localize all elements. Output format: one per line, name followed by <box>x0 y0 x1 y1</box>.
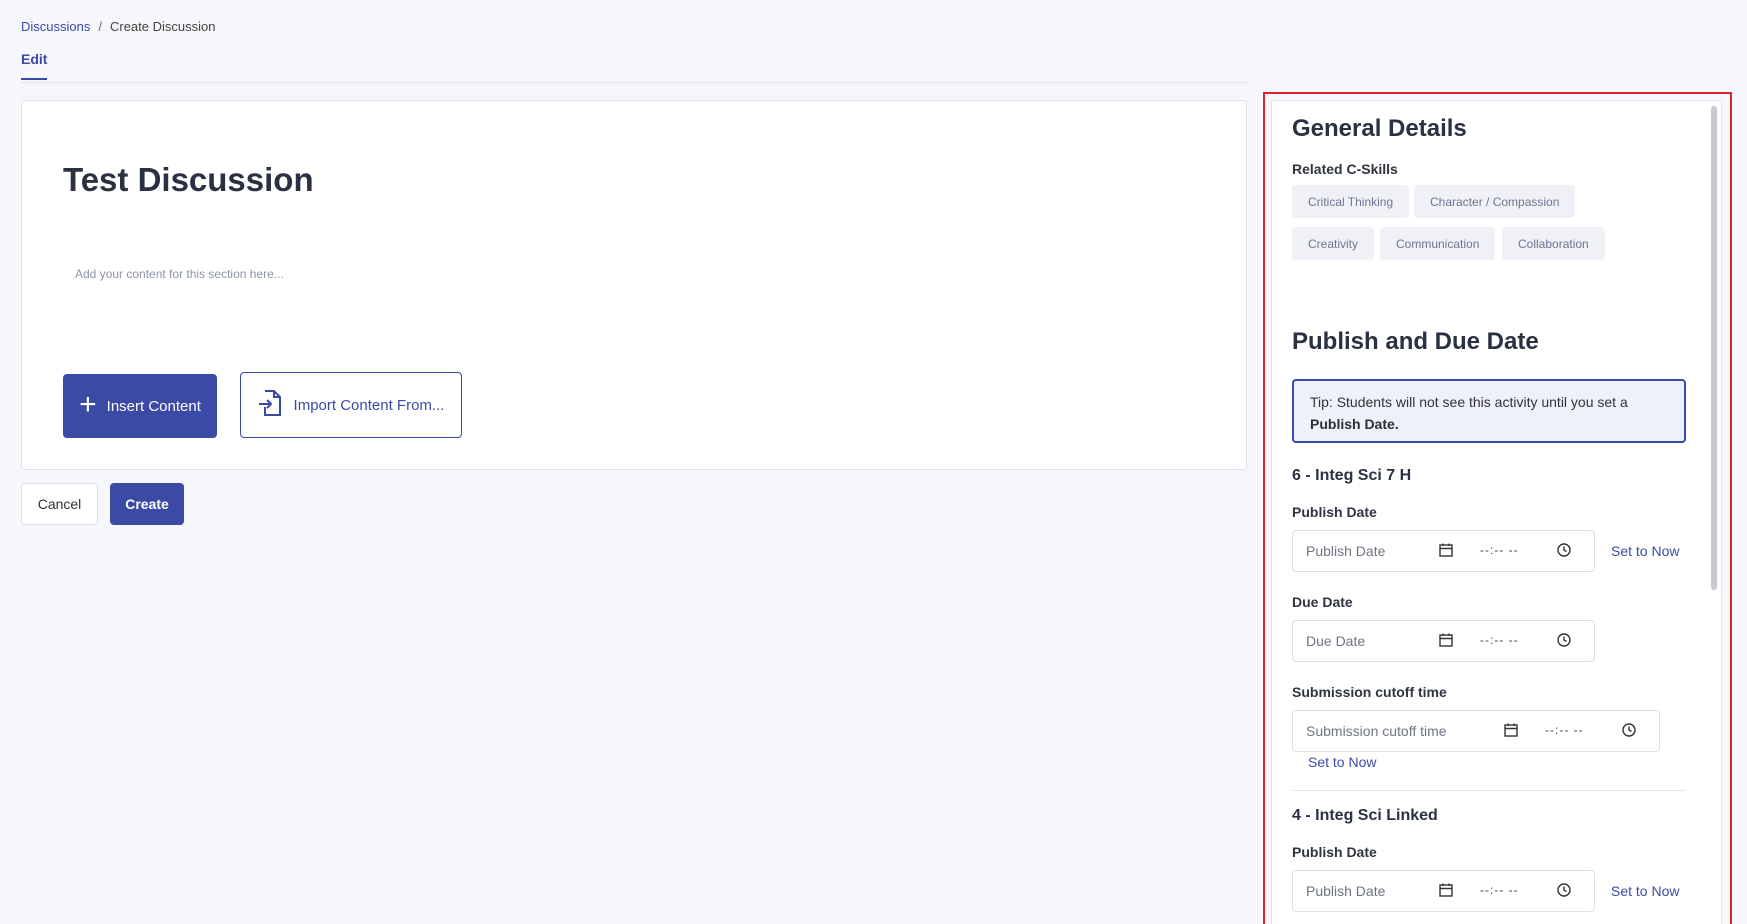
clock-icon[interactable] <box>1621 722 1637 741</box>
insert-content-label: Insert Content <box>106 397 201 415</box>
cancel-button[interactable]: Cancel <box>21 483 98 525</box>
related-skills-label: Related C-Skills <box>1292 161 1398 177</box>
insert-content-button[interactable]: + Insert Content <box>63 374 217 438</box>
due-date-input[interactable]: Due Date <box>1306 633 1365 649</box>
import-content-label: Import Content From... <box>293 396 445 414</box>
skill-tag-creativity[interactable]: Creativity <box>1292 227 1375 260</box>
publish-time-input[interactable]: --:-- -- <box>1480 543 1519 557</box>
skill-tag-critical-thinking[interactable]: Critical Thinking <box>1292 185 1410 218</box>
publish-date-label: Publish Date <box>1292 844 1377 860</box>
header: Discussions / Create Discussion Edit <box>0 0 1747 84</box>
plus-icon: + <box>79 387 97 421</box>
calendar-icon[interactable] <box>1438 542 1454 561</box>
file-import-icon <box>258 390 282 420</box>
breadcrumb: Discussions / Create Discussion <box>21 19 215 34</box>
breadcrumb-current: Create Discussion <box>109 19 216 34</box>
due-time-input[interactable]: --:-- -- <box>1480 633 1519 647</box>
tab-divider <box>21 82 1247 83</box>
clock-icon[interactable] <box>1556 632 1572 651</box>
skill-tag-communication[interactable]: Communication <box>1380 227 1496 260</box>
tip-text: Tip: Students will not see this activity… <box>1310 394 1628 410</box>
tip-bold-text: Publish Date. <box>1310 416 1399 432</box>
cutoff-field[interactable]: Submission cutoff time --:-- -- <box>1292 710 1660 752</box>
cutoff-time-input[interactable]: --:-- -- <box>1545 723 1584 737</box>
skill-tag-character-compassion[interactable]: Character / Compassion <box>1414 185 1576 218</box>
publish-set-to-now-link[interactable]: Set to Now <box>1611 543 1679 559</box>
import-content-button[interactable]: Import Content From... <box>240 372 462 438</box>
editor-card: Test Discussion Add your content for thi… <box>21 100 1247 470</box>
calendar-icon[interactable] <box>1438 632 1454 651</box>
breadcrumb-discussions-link[interactable]: Discussions <box>21 19 90 34</box>
create-discussion-page: Discussions / Create Discussion Edit Tes… <box>0 0 1747 924</box>
due-date-field[interactable]: Due Date --:-- -- <box>1292 620 1595 662</box>
cutoff-label: Submission cutoff time <box>1292 684 1447 700</box>
general-details-panel: General Details Related C-Skills Critica… <box>1271 100 1722 924</box>
publish-date-field[interactable]: Publish Date --:-- -- <box>1292 870 1595 912</box>
discussion-title[interactable]: Test Discussion <box>63 161 314 199</box>
publish-date-label: Publish Date <box>1292 504 1377 520</box>
clock-icon[interactable] <box>1556 542 1572 561</box>
publish-date-input[interactable]: Publish Date <box>1306 883 1385 899</box>
course-title: 4 - Integ Sci Linked <box>1292 807 1438 824</box>
publish-set-to-now-link[interactable]: Set to Now <box>1611 883 1679 899</box>
skill-tag-collaboration[interactable]: Collaboration <box>1502 227 1605 260</box>
cutoff-set-to-now-link[interactable]: Set to Now <box>1308 754 1376 770</box>
calendar-icon[interactable] <box>1503 722 1519 741</box>
course-title: 6 - Integ Sci 7 H <box>1292 467 1412 484</box>
content-placeholder[interactable]: Add your content for this section here..… <box>75 267 284 281</box>
publish-time-input[interactable]: --:-- -- <box>1480 883 1519 897</box>
publish-date-input[interactable]: Publish Date <box>1306 543 1385 559</box>
clock-icon[interactable] <box>1556 882 1572 901</box>
create-button[interactable]: Create <box>110 483 184 525</box>
course-divider <box>1292 790 1686 791</box>
publish-date-field[interactable]: Publish Date --:-- -- <box>1292 530 1595 572</box>
panel-scrollbar[interactable] <box>1711 106 1717 590</box>
due-date-label: Due Date <box>1292 594 1353 610</box>
calendar-icon[interactable] <box>1438 882 1454 901</box>
tab-edit[interactable]: Edit <box>21 51 48 80</box>
breadcrumb-separator: / <box>98 19 102 34</box>
publish-tip: Tip: Students will not see this activity… <box>1292 379 1686 443</box>
cutoff-date-input[interactable]: Submission cutoff time <box>1306 723 1447 739</box>
general-details-heading: General Details <box>1292 115 1467 142</box>
publish-due-heading: Publish and Due Date <box>1292 328 1539 355</box>
